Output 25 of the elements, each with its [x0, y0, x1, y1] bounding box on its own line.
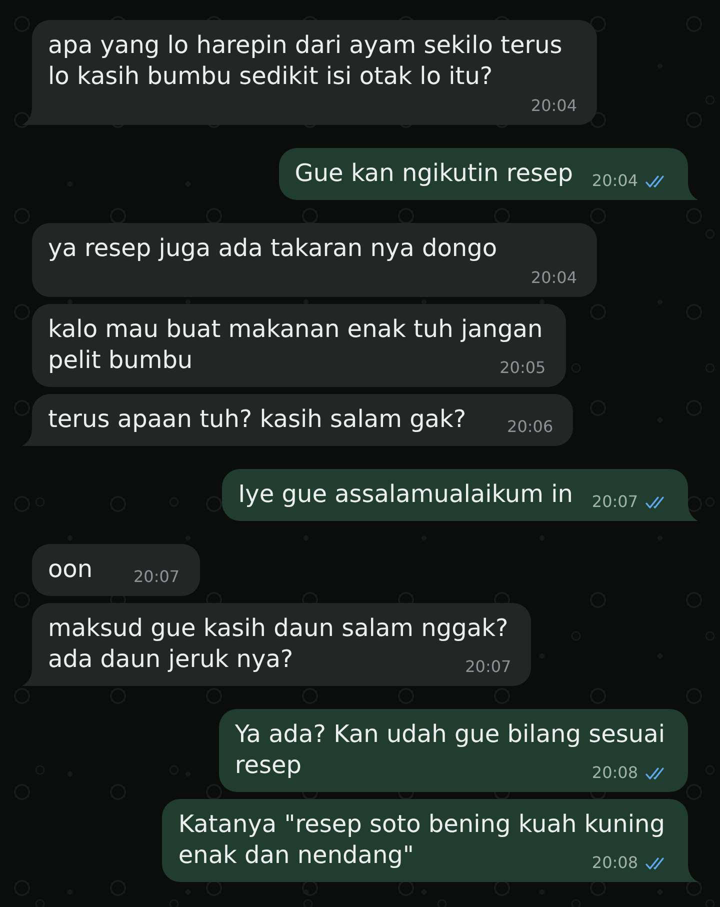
message-time: 20:04 — [530, 96, 577, 116]
message-text: pelit bumbu — [48, 346, 193, 374]
message-text: maksud gue kasih daun salam nggak? — [48, 613, 508, 644]
message-time: 20:07 — [592, 492, 638, 512]
message-text: apa yang lo harepin dari ayam sekilo terus — [48, 30, 562, 61]
message-text: Ya ada? Kan udah gue bilang sesuai — [234, 719, 665, 750]
message-time: 20:06 — [507, 417, 554, 437]
message-text: resep — [234, 751, 302, 779]
message-time: 20:05 — [500, 358, 546, 378]
message-time: 20:07 — [465, 657, 512, 677]
message-text: kalo mau buat makanan enak tuh jangan — [48, 314, 543, 345]
message-text: lo kasih bumbu sedikit isi otak lo itu? — [48, 62, 493, 90]
message-text: Gue kan ngikutin resep — [294, 159, 573, 187]
message-text: terus apaan tuh? kasih salam gak? — [48, 405, 466, 433]
message-time: 20:08 — [592, 853, 638, 873]
message-time: 20:07 — [133, 567, 180, 587]
message-text: enak dan nendang" — [178, 841, 414, 869]
message-text: ya resep juga ada takaran nya dongo — [48, 234, 498, 262]
message-text: oon — [48, 555, 93, 583]
message-text: Katanya "resep soto bening kuah kuning — [178, 809, 665, 840]
message-time: 20:08 — [592, 763, 638, 783]
message-text: Iye gue assalamualaikum in — [238, 480, 573, 508]
message-time: 20:04 — [592, 171, 638, 191]
message-time: 20:04 — [530, 268, 577, 288]
message-text: ada daun jeruk nya? — [48, 645, 294, 673]
